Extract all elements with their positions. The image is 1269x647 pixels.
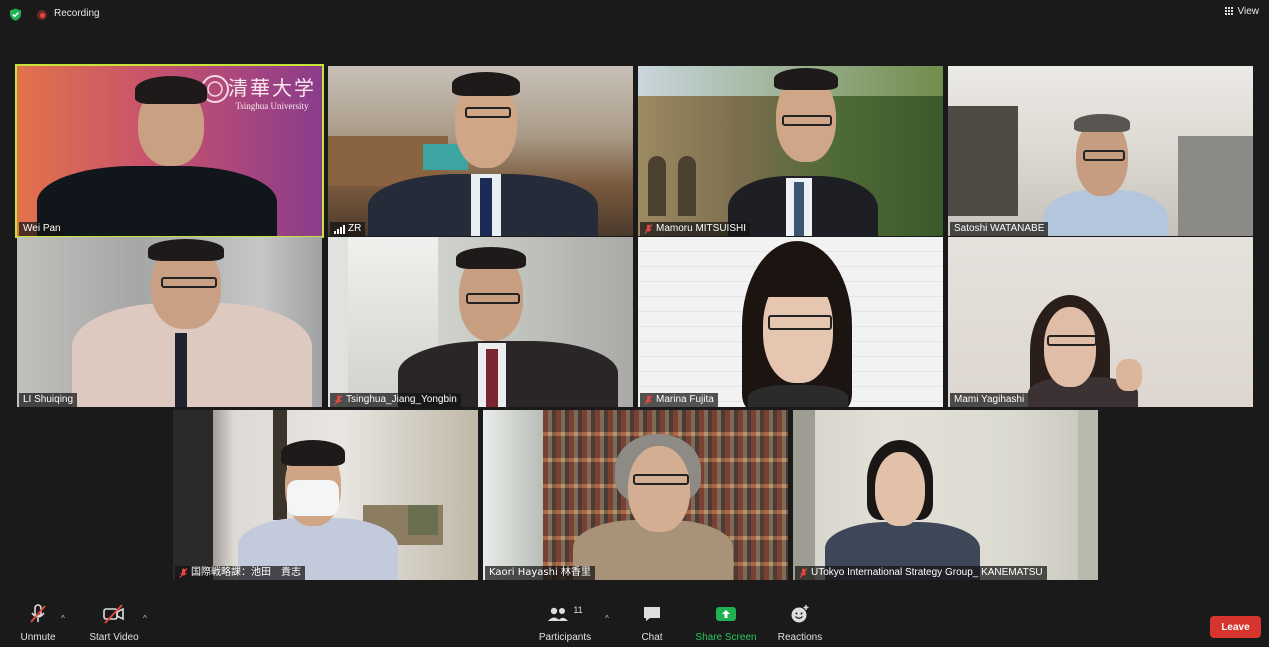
participant-name-tag: UTokyo International Strategy Group_ KAN… — [795, 566, 1047, 580]
leave-meeting-button[interactable]: Leave — [1210, 616, 1261, 638]
meeting-controls-bar: Unmute ^ Start Video ^ 11 Participants ^ — [0, 602, 1269, 647]
participants-options-caret[interactable]: ^ — [605, 614, 609, 623]
mic-muted-icon — [334, 395, 343, 405]
recording-label: Recording — [54, 8, 100, 19]
reactions-button[interactable]: Reactions — [775, 602, 825, 647]
share-screen-icon — [716, 607, 736, 621]
unmute-button[interactable]: Unmute — [17, 602, 59, 647]
video-tile-li-shuiqing[interactable]: LI Shuiqing — [17, 237, 322, 407]
participant-name-tag: Mamoru MITSUISHI — [640, 222, 751, 236]
participant-name-tag: Kaori Hayashi 林香里 — [485, 566, 595, 580]
video-camera-off-icon — [103, 604, 124, 624]
video-tile-mamoru-mitsuishi[interactable]: Mamoru MITSUISHI — [638, 66, 943, 236]
video-tile-ikeda-takashi[interactable]: 国際戦略課：池田 貴志 — [173, 410, 478, 580]
video-tile-tsinghua-jiang-yongbin[interactable]: Tsinghua_Jiang_Yongbin — [328, 237, 633, 407]
mic-muted-icon — [799, 568, 808, 578]
tsinghua-banner: 清華大学 Tsinghua University — [201, 72, 320, 111]
participant-name-tag: ZR — [330, 222, 366, 236]
chat-icon — [644, 607, 660, 621]
unmute-label: Unmute — [20, 632, 56, 643]
mic-muted-icon — [179, 568, 188, 578]
reactions-smiley-icon — [791, 605, 809, 623]
video-tile-kaori-hayashi[interactable]: Kaori Hayashi 林香里 — [483, 410, 788, 580]
share-screen-label: Share Screen — [695, 632, 757, 643]
share-screen-button[interactable]: Share Screen — [695, 602, 757, 647]
chat-button[interactable]: Chat — [638, 602, 666, 647]
participants-button[interactable]: 11 Participants — [536, 602, 594, 647]
participant-name-tag: Wei Pan — [19, 222, 65, 236]
recording-icon[interactable] — [37, 10, 47, 20]
view-label: View — [1237, 6, 1260, 17]
mic-muted-icon — [644, 395, 653, 405]
video-tile-mami-yagihashi[interactable]: Mami Yagihashi — [948, 237, 1253, 407]
banner-english-text: Tsinghua University — [235, 101, 309, 111]
participants-label: Participants — [538, 632, 592, 643]
video-tile-satoshi-watanabe[interactable]: Satoshi WATANABE — [948, 66, 1253, 236]
view-button[interactable]: View — [1224, 6, 1260, 17]
chat-label: Chat — [641, 632, 663, 643]
grid-view-icon — [1224, 7, 1234, 16]
participant-name-tag: Satoshi WATANABE — [950, 222, 1049, 236]
video-options-caret[interactable]: ^ — [143, 614, 147, 623]
meeting-top-bar: Recording View — [0, 0, 1269, 28]
reactions-label: Reactions — [777, 632, 823, 643]
participants-icon — [548, 607, 569, 621]
participant-name-tag: Mami Yagihashi — [950, 393, 1029, 407]
video-tile-kanematsu[interactable]: UTokyo International Strategy Group_ KAN… — [793, 410, 1098, 580]
shield-check-icon[interactable] — [9, 8, 22, 21]
participant-name-tag: LI Shuiqing — [19, 393, 78, 407]
video-tile-wei-pan[interactable]: 清華大学 Tsinghua University Wei Pan — [15, 64, 324, 238]
signal-strength-icon — [334, 224, 345, 234]
start-video-label: Start Video — [89, 632, 139, 643]
participants-count: 11 — [573, 605, 583, 615]
microphone-muted-icon — [30, 604, 46, 623]
participant-name-tag: Tsinghua_Jiang_Yongbin — [330, 393, 461, 407]
mic-muted-icon — [644, 224, 653, 234]
participant-name-tag: Marina Fujita — [640, 393, 718, 407]
video-tile-marina-fujita[interactable]: Marina Fujita — [638, 237, 943, 407]
audio-options-caret[interactable]: ^ — [61, 614, 65, 623]
start-video-button[interactable]: Start Video — [86, 602, 142, 647]
participant-name-tag: 国際戦略課：池田 貴志 — [175, 566, 305, 580]
video-tile-zr[interactable]: ZR — [328, 66, 633, 236]
banner-chinese-text: 清華大学 — [228, 76, 316, 100]
